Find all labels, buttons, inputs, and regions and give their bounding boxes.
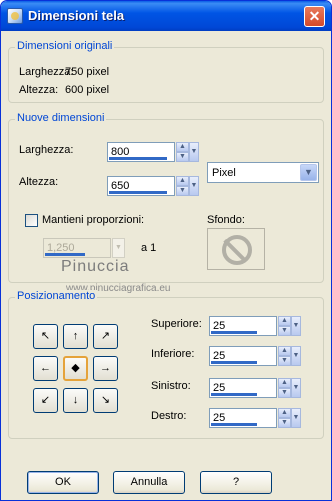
positioning-group: Posizionamento ↖ ↑ ↗ ← ◆ → ↙ ↓ ↘ Superio…: [8, 290, 324, 439]
ok-button[interactable]: OK: [27, 471, 99, 494]
keep-ratio-checkbox[interactable]: [25, 214, 38, 227]
keep-ratio-label[interactable]: Mantieni proporzioni:: [42, 214, 144, 226]
spin-down-icon[interactable]: ▼: [278, 388, 291, 398]
spin-up-icon[interactable]: ▲: [278, 316, 291, 326]
original-dimensions-legend: Dimensioni originali: [15, 40, 115, 52]
spin-down-icon[interactable]: ▼: [176, 152, 189, 162]
positioning-legend: Posizionamento: [15, 290, 98, 302]
dialog-client: Dimensioni originali Larghezza: 750 pixe…: [4, 31, 328, 497]
new-height-spinner[interactable]: 650 ▲ ▼ ▼: [107, 176, 199, 198]
unit-select[interactable]: Pixel ▼: [207, 162, 319, 183]
top-margin-dropdown-button[interactable]: ▼: [291, 316, 301, 336]
new-height-label: Altezza:: [19, 176, 59, 188]
anchor-bottom-icon[interactable]: ↓: [63, 388, 88, 413]
bottom-margin-label: Inferiore:: [151, 348, 195, 360]
left-margin-stepper[interactable]: ▲ ▼: [278, 378, 291, 398]
anchor-left-icon[interactable]: ←: [33, 356, 58, 381]
left-margin-spinner[interactable]: 25 ▲ ▼ ▼: [209, 378, 301, 400]
ratio-dropdown-button: ▼: [112, 238, 125, 258]
cancel-button[interactable]: Annulla: [113, 471, 185, 494]
dialog-title: Dimensioni tela: [28, 8, 125, 23]
right-margin-input[interactable]: 25: [209, 408, 277, 428]
spin-down-icon[interactable]: ▼: [176, 186, 189, 196]
original-height-label: Altezza:: [19, 84, 59, 96]
anchor-bottom-left-icon[interactable]: ↙: [33, 388, 58, 413]
spin-up-icon[interactable]: ▲: [176, 176, 189, 186]
anchor-top-icon[interactable]: ↑: [63, 324, 88, 349]
anchor-bottom-right-icon[interactable]: ↘: [93, 388, 118, 413]
chevron-down-icon[interactable]: ▼: [300, 164, 317, 181]
spin-up-icon[interactable]: ▲: [278, 346, 291, 356]
new-height-dropdown-button[interactable]: ▼: [189, 176, 199, 196]
new-height-input[interactable]: 650: [107, 176, 175, 196]
left-margin-input[interactable]: 25: [209, 378, 277, 398]
ratio-spinner: 1,250 ▼: [43, 238, 135, 260]
canvas-size-dialog: Dimensioni tela ✕ Dimensioni originali L…: [0, 0, 332, 501]
left-margin-dropdown-button[interactable]: ▼: [291, 378, 301, 398]
help-button[interactable]: ?: [200, 471, 272, 494]
bottom-margin-slider-bar[interactable]: [211, 361, 257, 364]
background-label: Sfondo:: [207, 214, 245, 226]
bottom-margin-stepper[interactable]: ▲ ▼: [278, 346, 291, 366]
ratio-input: 1,250: [43, 238, 111, 258]
new-dimensions-legend: Nuove dimensioni: [15, 112, 107, 124]
background-color-swatch[interactable]: [207, 228, 265, 270]
anchor-right-icon[interactable]: →: [93, 356, 118, 381]
spin-up-icon[interactable]: ▲: [278, 378, 291, 388]
top-margin-input[interactable]: 25: [209, 316, 277, 336]
original-dimensions-group: Dimensioni originali Larghezza: 750 pixe…: [8, 40, 324, 103]
close-button[interactable]: ✕: [304, 6, 325, 27]
spin-up-icon[interactable]: ▲: [176, 142, 189, 152]
new-dimensions-group: Nuove dimensioni Larghezza: 800 ▲ ▼ ▼ Alt…: [8, 112, 324, 283]
no-color-icon: [222, 235, 252, 265]
right-margin-stepper[interactable]: ▲ ▼: [278, 408, 291, 428]
new-width-label: Larghezza:: [19, 144, 74, 156]
unit-select-value: Pixel: [212, 167, 236, 179]
right-margin-dropdown-button[interactable]: ▼: [291, 408, 301, 428]
new-width-spinner[interactable]: 800 ▲ ▼ ▼: [107, 142, 199, 164]
right-margin-slider-bar[interactable]: [211, 423, 257, 426]
top-margin-spinner[interactable]: 25 ▲ ▼ ▼: [209, 316, 301, 338]
original-height-value: 600 pixel: [65, 84, 110, 96]
left-margin-label: Sinistro:: [151, 380, 191, 392]
bottom-margin-spinner[interactable]: 25 ▲ ▼ ▼: [209, 346, 301, 368]
ratio-suffix: a 1: [141, 242, 157, 254]
spin-down-icon[interactable]: ▼: [278, 326, 291, 336]
top-margin-label: Superiore:: [151, 318, 202, 330]
original-width-value: 750 pixel: [65, 66, 110, 78]
new-width-slider-bar[interactable]: [109, 157, 167, 160]
top-margin-stepper[interactable]: ▲ ▼: [278, 316, 291, 336]
bottom-margin-input[interactable]: 25: [209, 346, 277, 366]
top-margin-slider-bar[interactable]: [211, 331, 257, 334]
bottom-margin-dropdown-button[interactable]: ▼: [291, 346, 301, 366]
watermark-text: Pinuccia: [61, 258, 130, 275]
new-height-stepper[interactable]: ▲ ▼: [176, 176, 189, 196]
app-icon: [7, 8, 23, 24]
anchor-center-icon[interactable]: ◆: [63, 356, 88, 381]
new-height-slider-bar[interactable]: [109, 191, 167, 194]
spin-down-icon[interactable]: ▼: [278, 418, 291, 428]
anchor-top-right-icon[interactable]: ↗: [93, 324, 118, 349]
new-width-stepper[interactable]: ▲ ▼: [176, 142, 189, 162]
spin-down-icon[interactable]: ▼: [278, 356, 291, 366]
spin-up-icon[interactable]: ▲: [278, 408, 291, 418]
right-margin-spinner[interactable]: 25 ▲ ▼ ▼: [209, 408, 301, 430]
anchor-top-left-icon[interactable]: ↖: [33, 324, 58, 349]
new-width-input[interactable]: 800: [107, 142, 175, 162]
title-bar[interactable]: Dimensioni tela ✕: [1, 1, 331, 31]
new-width-dropdown-button[interactable]: ▼: [189, 142, 199, 162]
left-margin-slider-bar[interactable]: [211, 393, 257, 396]
right-margin-label: Destro:: [151, 410, 187, 422]
ratio-slider-bar: [45, 253, 85, 256]
